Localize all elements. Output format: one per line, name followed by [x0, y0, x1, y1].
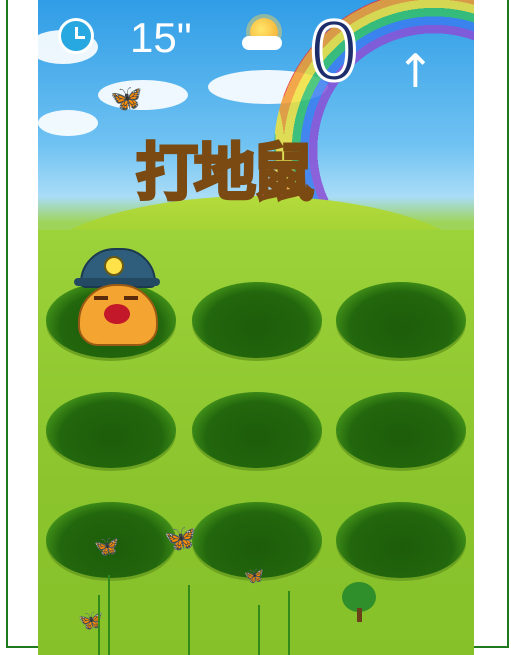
mole-icon[interactable]	[74, 248, 162, 346]
up-arrow-icon[interactable]: ↑	[396, 48, 435, 94]
mole-hole-2[interactable]	[192, 282, 322, 358]
butterfly-icon: 🦋	[110, 84, 143, 114]
butterfly-icon: 🦋	[244, 566, 264, 585]
mole-hole-6[interactable]	[336, 392, 466, 468]
sun-cloud	[242, 36, 282, 50]
grass	[258, 605, 260, 655]
timer-icon	[58, 18, 94, 54]
mole-hole-5[interactable]	[192, 392, 322, 468]
grass	[288, 591, 290, 655]
timer-text: 15"	[130, 14, 192, 61]
grass	[108, 575, 110, 655]
score: 0	[309, 3, 360, 99]
game-area: 15" 0 ↑ 🦋 打地鼠 🦋 🦋 🦋 🦋	[38, 0, 474, 655]
game-logo: 打地鼠	[134, 112, 386, 212]
grass	[98, 595, 100, 655]
cloud	[38, 110, 98, 136]
mole-hole-3[interactable]	[336, 282, 466, 358]
butterfly-icon: 🦋	[164, 524, 197, 554]
tree-trunk	[357, 608, 362, 622]
grass	[188, 585, 190, 655]
mole-hole-4[interactable]	[46, 392, 176, 468]
butterfly-icon: 🦋	[94, 534, 119, 558]
logo-text-main: 打地	[134, 135, 257, 211]
logo-text-accent: 鼠	[251, 135, 316, 211]
mole-hole-9[interactable]	[336, 502, 466, 578]
